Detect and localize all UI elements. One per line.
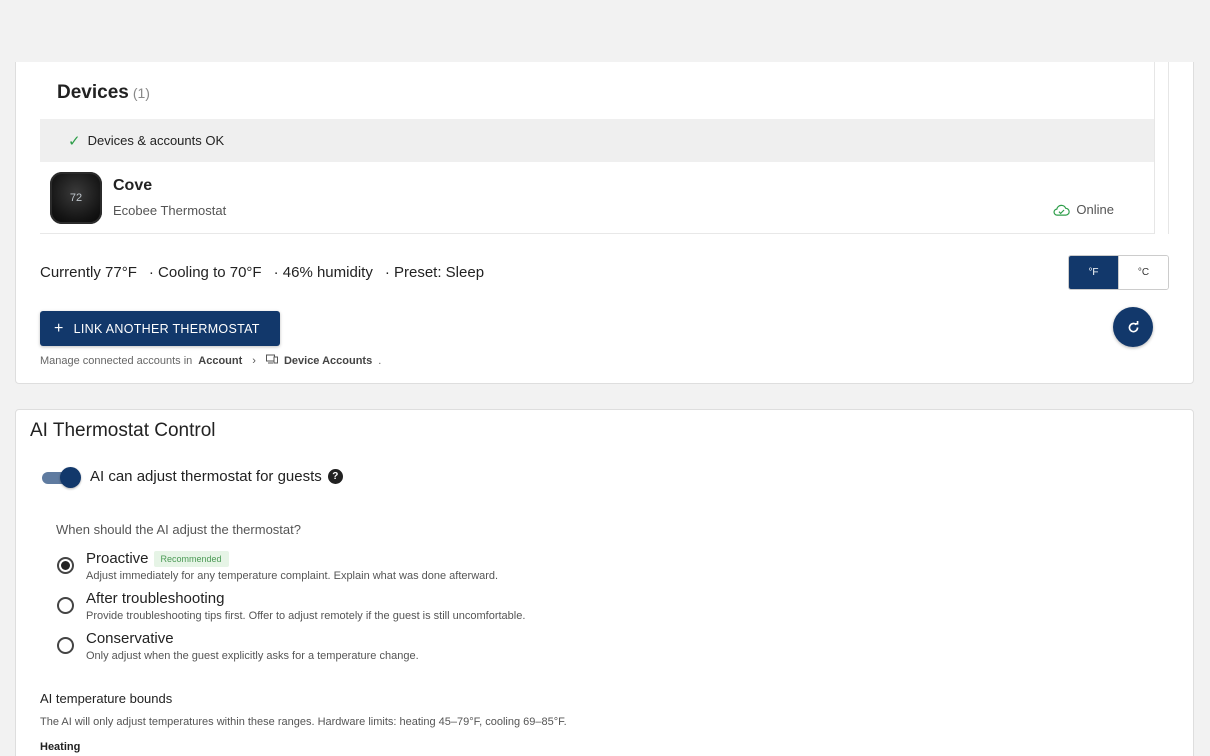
cloud-check-icon xyxy=(1053,204,1071,216)
unit-celsius-button[interactable]: °C xyxy=(1118,256,1168,289)
stat-preset: · Preset: Sleep xyxy=(384,264,485,281)
refresh-icon xyxy=(1128,320,1138,332)
plus-icon: + xyxy=(54,319,64,337)
ai-adjust-toggle[interactable] xyxy=(42,467,82,488)
help-icon[interactable]: ? xyxy=(327,469,343,484)
breadcrumb-device-accounts[interactable]: Device Accounts xyxy=(284,355,372,367)
manage-suffix: . xyxy=(378,354,382,367)
thermostat-stats: Currently 77°F · Cooling to 70°F · 46% h… xyxy=(40,264,484,281)
bounds-desc: The AI will only adjust temperatures wit… xyxy=(40,716,567,728)
devices-title: Devices (1) xyxy=(57,82,150,104)
heating-label: Heating xyxy=(40,741,81,753)
devices-title-text: Devices xyxy=(57,82,129,103)
option-conservative-label: Conservative xyxy=(86,630,174,647)
link-thermostat-button[interactable]: + LINK ANOTHER THERMOSTAT xyxy=(40,311,280,346)
chevron-right-icon: › xyxy=(252,354,256,367)
radio-proactive[interactable] xyxy=(57,557,74,574)
device-status-text: Online xyxy=(1076,202,1114,217)
option-after-troubleshooting-label: After troubleshooting xyxy=(86,590,225,607)
device-name: Cove xyxy=(113,177,153,194)
refresh-button[interactable] xyxy=(1113,307,1153,347)
device-type: Ecobee Thermostat xyxy=(113,203,227,218)
radio-after-troubleshooting[interactable] xyxy=(57,597,74,614)
check-icon: ✓ xyxy=(68,132,81,150)
option-after-troubleshooting-desc: Provide troubleshooting tips first. Offe… xyxy=(86,610,526,622)
thermostat-display-temp: 72 xyxy=(69,192,83,204)
status-banner-text: Devices & accounts OK xyxy=(87,133,225,148)
stat-humidity: · 46% humidity xyxy=(273,264,373,281)
thermostat-image: 72 xyxy=(50,172,102,224)
ai-thermostat-card: AI Thermostat Control AI can adjust ther… xyxy=(15,409,1194,756)
device-row-cove[interactable]: 72 Cove Ecobee Thermostat Online xyxy=(40,162,1154,234)
link-thermostat-label: LINK ANOTHER THERMOSTAT xyxy=(73,321,260,336)
device-accounts-icon xyxy=(265,354,278,367)
bounds-title: AI temperature bounds xyxy=(40,691,173,706)
devices-list-panel: Devices (1) ✓ Devices & accounts OK 72 Co… xyxy=(40,62,1154,234)
option-after-troubleshooting[interactable]: After troubleshooting Provide troublesho… xyxy=(56,590,756,626)
device-status: Online xyxy=(1053,202,1114,217)
option-proactive[interactable]: Proactive Recommended Adjust immediately… xyxy=(56,550,756,586)
device-list-scrollbar[interactable] xyxy=(1154,62,1169,234)
ai-adjust-question: When should the AI adjust the thermostat… xyxy=(56,522,301,537)
toggle-knob xyxy=(60,467,81,488)
breadcrumb-account[interactable]: Account xyxy=(198,355,242,367)
unit-toggle: °F °C xyxy=(1068,255,1169,290)
devices-status-banner: ✓ Devices & accounts OK xyxy=(40,119,1154,162)
option-proactive-desc: Adjust immediately for any temperature c… xyxy=(86,570,499,582)
ai-adjust-toggle-label: AI can adjust thermostat for guests ? xyxy=(90,468,343,485)
devices-count: (1) xyxy=(132,85,150,101)
devices-card: Devices (1) ✓ Devices & accounts OK 72 Co… xyxy=(15,62,1194,384)
radio-conservative[interactable] xyxy=(57,637,74,654)
recommended-badge: Recommended xyxy=(153,550,229,567)
stat-target: · Cooling to 70°F xyxy=(148,264,262,281)
toggle-label-text: AI can adjust thermostat for guests xyxy=(90,468,322,485)
manage-prefix: Manage connected accounts in xyxy=(40,354,193,367)
unit-fahrenheit-button[interactable]: °F xyxy=(1069,256,1118,289)
manage-accounts-note: Manage connected accounts in Account › D… xyxy=(40,354,381,367)
option-conservative[interactable]: Conservative Only adjust when the guest … xyxy=(56,630,756,666)
stat-current: Currently 77°F xyxy=(40,264,137,281)
option-proactive-label: Proactive Recommended xyxy=(86,550,229,567)
option-conservative-desc: Only adjust when the guest explicitly as… xyxy=(86,650,419,662)
ai-section-title: AI Thermostat Control xyxy=(30,420,216,441)
option-proactive-text: Proactive xyxy=(86,550,149,567)
